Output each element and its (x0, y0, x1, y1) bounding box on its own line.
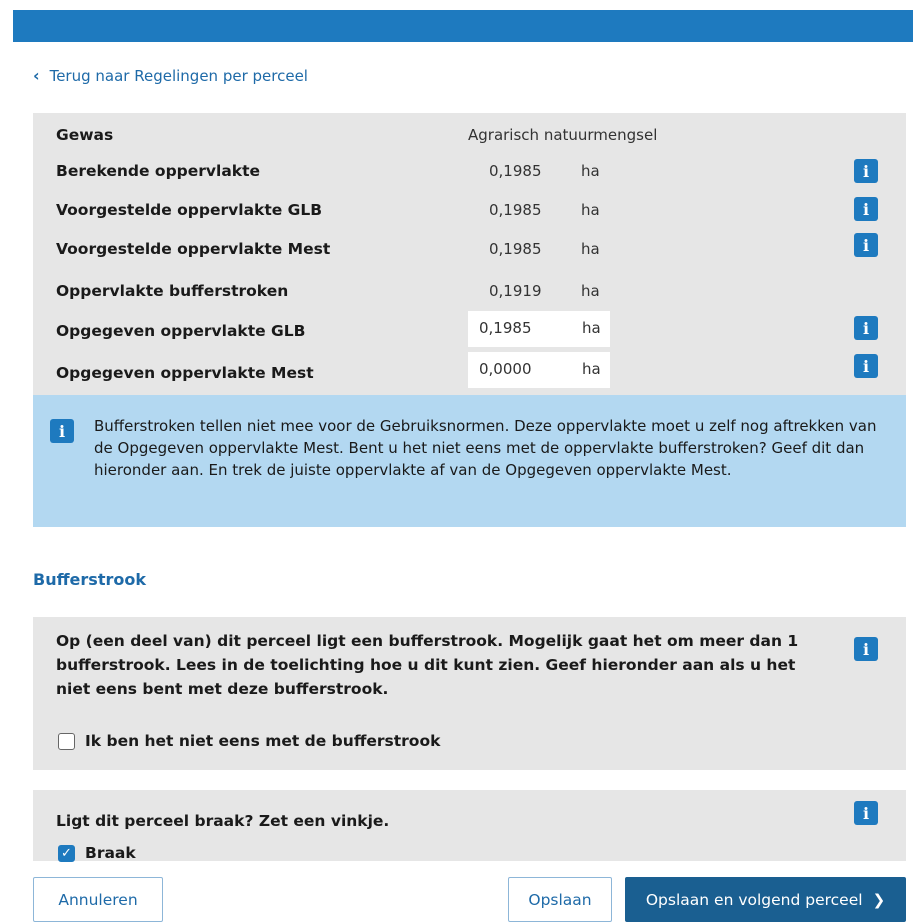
checkbox-label: Braak (85, 844, 136, 862)
area-row-label: Berekende oppervlakte (56, 162, 261, 180)
declared-glb-input[interactable]: 0,1985 ha (468, 311, 610, 347)
area-row-unit: ha (581, 240, 600, 258)
area-panel: Gewas Agrarisch natuurmengsel Berekende … (33, 113, 906, 395)
area-row-value: 0,1919 (489, 282, 542, 300)
save-and-next-button[interactable]: Opslaan en volgend perceel ❯ (625, 877, 906, 922)
back-link-label: Terug naar Regelingen per perceel (49, 66, 308, 85)
info-notice: i Bufferstroken tellen niet mee voor de … (33, 395, 906, 527)
area-row-unit: ha (581, 162, 600, 180)
area-row-proposed-mest: Voorgestelde oppervlakte Mest 0,1985 ha (56, 235, 896, 263)
bufferstrook-disagree-checkbox[interactable]: Ik ben het niet eens met de bufferstrook (58, 732, 440, 750)
area-row-unit: ha (581, 201, 600, 219)
area-row-calculated: Berekende oppervlakte 0,1985 ha (56, 157, 896, 185)
area-row-value: 0,1985 (489, 240, 542, 258)
declared-mest-unit: ha (582, 360, 601, 378)
bufferstrook-text: Op (een deel van) dit perceel ligt een b… (56, 632, 799, 698)
chevron-right-icon: ❯ (872, 890, 886, 909)
save-button-label: Opslaan (528, 890, 592, 909)
cancel-button-label: Annuleren (58, 890, 138, 909)
area-row-label: Opgegeven oppervlakte GLB (56, 322, 306, 340)
declared-glb-value[interactable]: 0,1985 (479, 319, 532, 337)
info-icon[interactable]: i (854, 801, 878, 825)
braak-question: Ligt dit perceel braak? Zet een vinkje. (56, 812, 390, 830)
checkbox-checked-icon[interactable]: ✓ (58, 844, 75, 862)
info-icon: i (50, 419, 74, 443)
bufferstrook-title: Bufferstrook (33, 570, 146, 589)
info-icon[interactable]: i (854, 197, 878, 221)
back-link[interactable]: ‹ Terug naar Regelingen per perceel (33, 66, 308, 85)
area-row-proposed-glb: Voorgestelde oppervlakte GLB 0,1985 ha (56, 196, 896, 224)
checkbox-label: Ik ben het niet eens met de bufferstrook (85, 732, 441, 750)
area-row-bufferstroken: Oppervlakte bufferstroken 0,1919 ha (56, 277, 896, 305)
notice-text: Bufferstroken tellen niet mee voor de Ge… (94, 417, 877, 479)
crop-label: Gewas (56, 126, 114, 144)
bufferstrook-panel: Op (een deel van) dit perceel ligt een b… (33, 617, 906, 770)
info-icon[interactable]: i (854, 316, 878, 340)
crop-row: Gewas Agrarisch natuurmengsel (56, 121, 896, 149)
area-row-unit: ha (581, 282, 600, 300)
info-icon[interactable]: i (854, 354, 878, 378)
cancel-button[interactable]: Annuleren (33, 877, 163, 922)
save-button[interactable]: Opslaan (508, 877, 612, 922)
info-icon[interactable]: i (854, 159, 878, 183)
braak-panel: Ligt dit perceel braak? Zet een vinkje. … (33, 790, 906, 862)
area-row-value: 0,1985 (489, 201, 542, 219)
save-and-next-button-label: Opslaan en volgend perceel (645, 890, 863, 909)
info-icon[interactable]: i (854, 233, 878, 257)
checkbox-unchecked-icon[interactable] (58, 732, 75, 750)
braak-checkbox[interactable]: ✓ Braak (58, 844, 136, 862)
info-icon[interactable]: i (854, 637, 878, 661)
declared-mest-value[interactable]: 0,0000 (479, 360, 532, 378)
top-header-bar (13, 10, 913, 42)
chevron-left-icon: ‹ (33, 66, 40, 85)
area-row-label: Oppervlakte bufferstroken (56, 282, 289, 300)
area-row-label: Voorgestelde oppervlakte GLB (56, 201, 323, 219)
area-row-label: Voorgestelde oppervlakte Mest (56, 240, 331, 258)
declared-glb-unit: ha (582, 319, 601, 337)
area-row-value: 0,1985 (489, 162, 542, 180)
crop-value: Agrarisch natuurmengsel (468, 126, 658, 144)
area-row-label: Opgegeven oppervlakte Mest (56, 364, 314, 382)
declared-mest-input[interactable]: 0,0000 ha (468, 352, 610, 388)
